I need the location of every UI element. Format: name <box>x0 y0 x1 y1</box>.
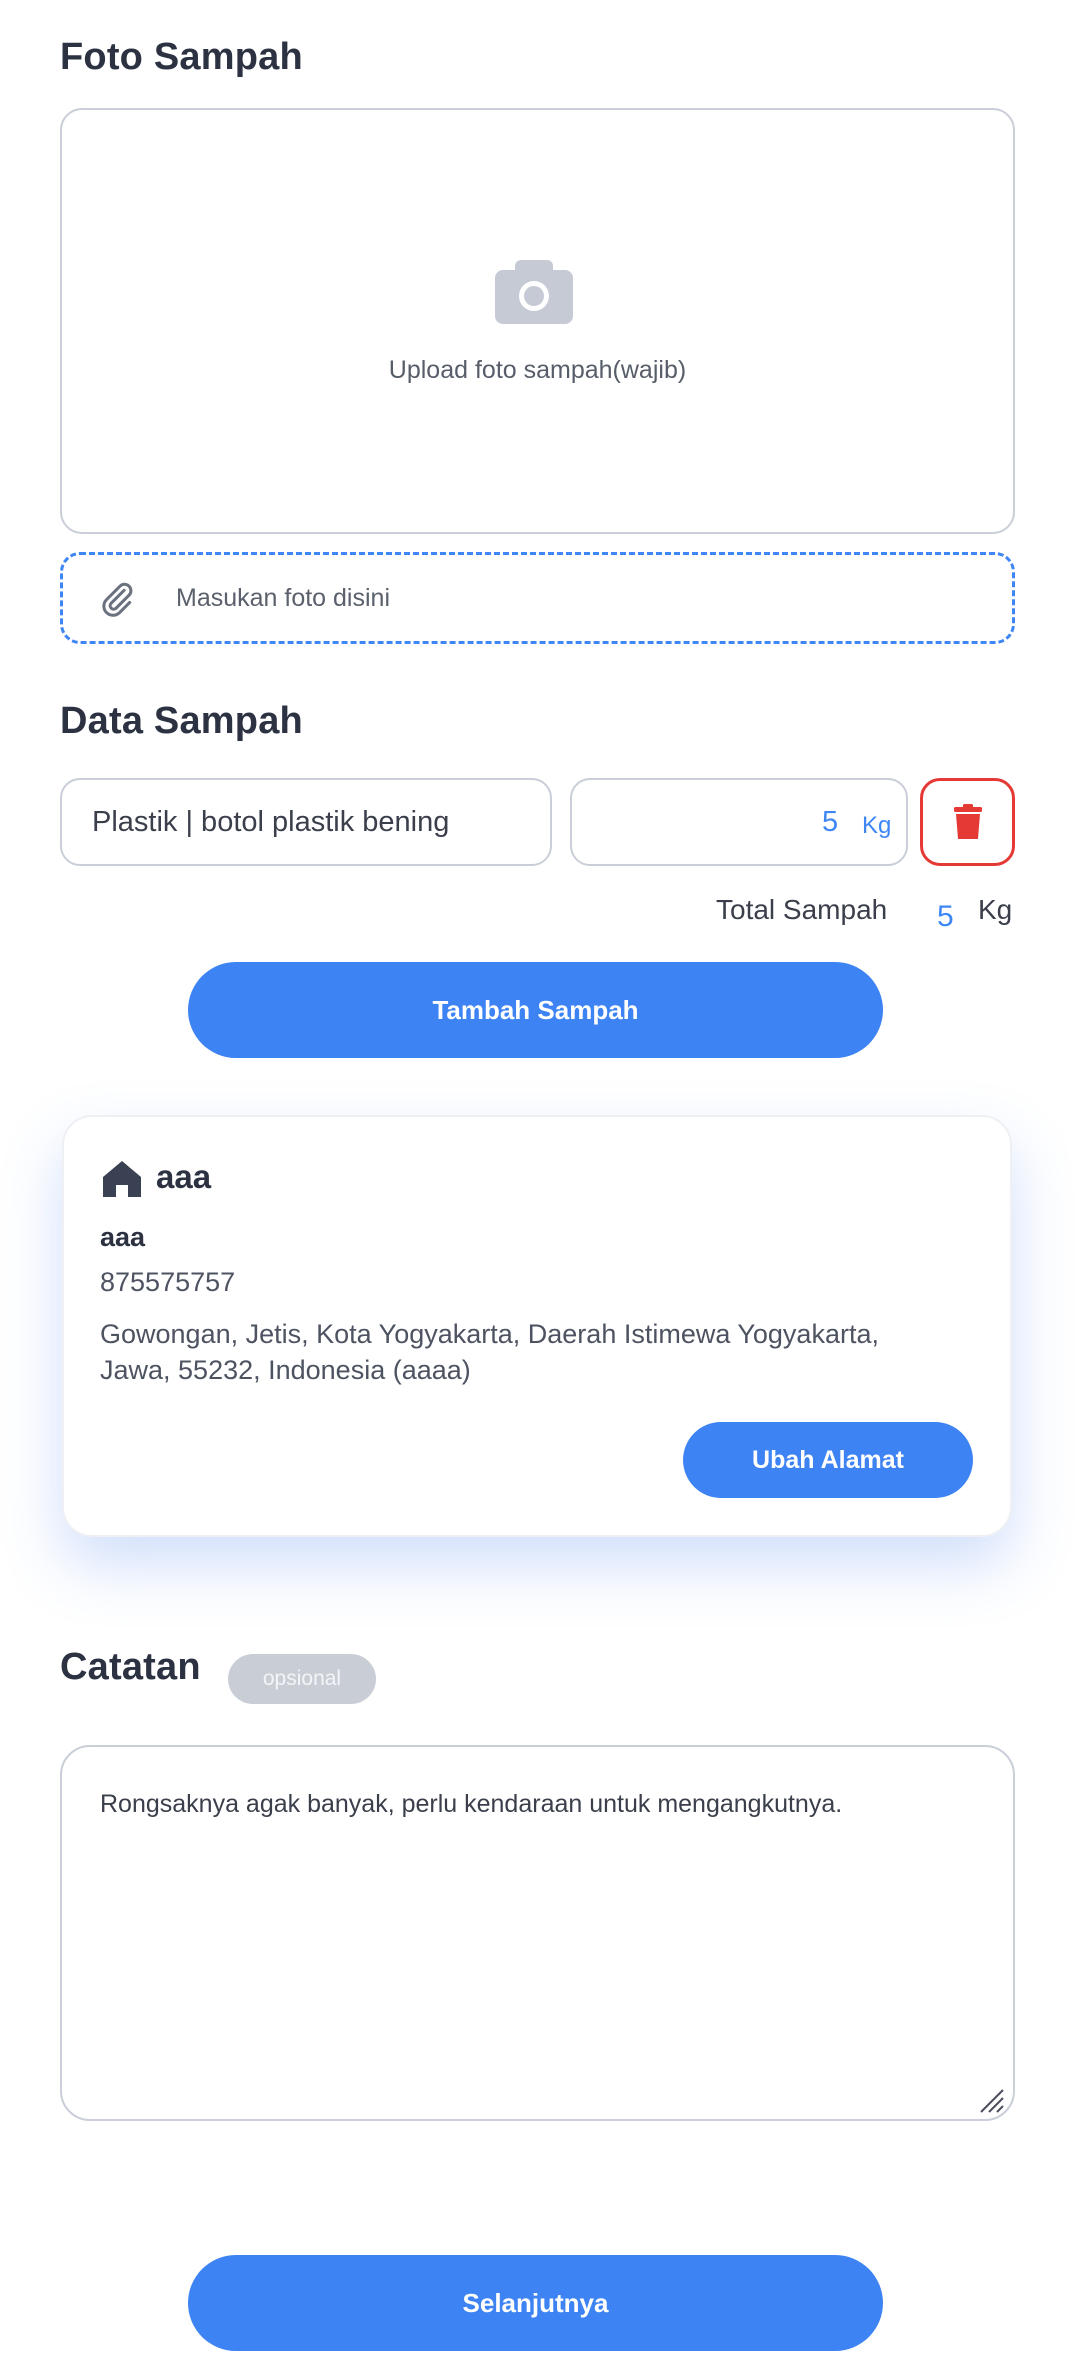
file-input-placeholder: Masukan foto disini <box>176 584 391 612</box>
waste-weight-value: 5 <box>822 806 839 838</box>
home-icon <box>103 1161 141 1197</box>
add-waste-button[interactable]: Tambah Sampah <box>188 962 883 1058</box>
camera-icon <box>495 260 573 324</box>
trash-icon <box>953 804 982 839</box>
waste-section-title: Data Sampah <box>60 700 303 742</box>
resize-grip-icon[interactable] <box>975 2084 1005 2114</box>
recipient-phone: 875575757 <box>100 1267 236 1297</box>
waste-weight-input[interactable] <box>570 778 908 866</box>
total-waste-value: 5 <box>937 900 954 933</box>
recipient-name: aaa <box>100 1222 146 1252</box>
notes-section-title: Catatan <box>60 1646 201 1688</box>
address-label: aaa <box>156 1158 212 1195</box>
change-address-button[interactable]: Ubah Alamat <box>683 1422 973 1498</box>
notes-value: Rongsaknya agak banyak, perlu kendaraan … <box>100 1790 843 1818</box>
address-full: Gowongan, Jetis, Kota Yogyakarta, Daerah… <box>100 1319 879 1385</box>
waste-weight-unit: Kg <box>862 812 892 839</box>
photo-section-title: Foto Sampah <box>60 36 303 78</box>
optional-badge: opsional <box>228 1654 376 1704</box>
total-waste-unit: Kg <box>978 894 1013 925</box>
total-waste-label: Total Sampah <box>716 894 888 925</box>
next-button[interactable]: Selanjutnya <box>188 2255 883 2351</box>
waste-type-value: Plastik | botol plastik bening <box>92 806 450 838</box>
paperclip-icon <box>102 582 133 617</box>
delete-waste-button[interactable] <box>920 778 1015 866</box>
upload-label: Upload foto sampah(wajib) <box>388 356 687 384</box>
